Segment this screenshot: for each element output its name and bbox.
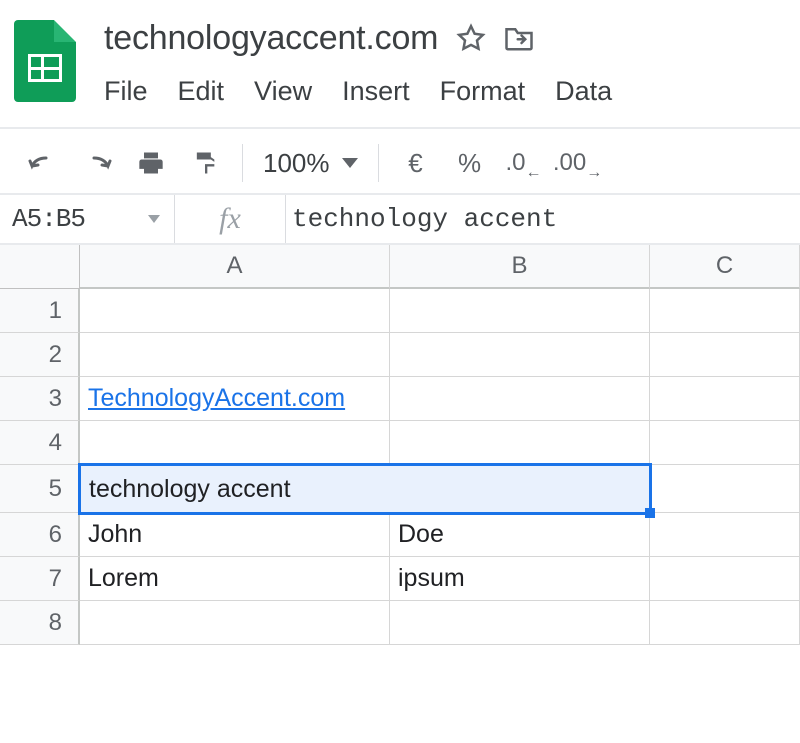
cell-b4[interactable] bbox=[390, 421, 650, 465]
cell-c6[interactable] bbox=[650, 513, 800, 557]
cell-a6[interactable]: John bbox=[80, 513, 390, 557]
menu-insert[interactable]: Insert bbox=[342, 76, 410, 107]
currency-button[interactable]: € bbox=[389, 143, 443, 183]
row-header[interactable]: 3 bbox=[0, 377, 80, 421]
formula-input[interactable]: technology accent bbox=[286, 195, 800, 243]
zoom-select[interactable]: 100% bbox=[253, 148, 368, 179]
document-title[interactable]: technologyaccent.com bbox=[104, 19, 438, 58]
row-header[interactable]: 1 bbox=[0, 289, 80, 333]
cell-b1[interactable] bbox=[390, 289, 650, 333]
cell-b3[interactable] bbox=[390, 377, 650, 421]
cell-link[interactable]: TechnologyAccent.com bbox=[88, 384, 345, 413]
row-header[interactable]: 6 bbox=[0, 513, 80, 557]
divider bbox=[378, 144, 379, 182]
column-header-b[interactable]: B bbox=[390, 245, 650, 289]
row-header[interactable]: 4 bbox=[0, 421, 80, 465]
column-header-a[interactable]: A bbox=[80, 245, 390, 289]
cell-c1[interactable] bbox=[650, 289, 800, 333]
cell-a4[interactable] bbox=[80, 421, 390, 465]
print-button[interactable] bbox=[124, 143, 178, 183]
fx-label: fx bbox=[175, 195, 285, 243]
redo-button[interactable] bbox=[70, 143, 124, 183]
row-header[interactable]: 8 bbox=[0, 601, 80, 645]
row-header[interactable]: 7 bbox=[0, 557, 80, 601]
row-header[interactable]: 5 bbox=[0, 465, 80, 513]
cell-b2[interactable] bbox=[390, 333, 650, 377]
menu-data[interactable]: Data bbox=[555, 76, 612, 107]
cell-a8[interactable] bbox=[80, 601, 390, 645]
cell-c5[interactable] bbox=[650, 465, 800, 513]
cell-a2[interactable] bbox=[80, 333, 390, 377]
move-folder-icon[interactable] bbox=[504, 25, 534, 51]
select-all-corner[interactable] bbox=[0, 245, 80, 289]
cell-b8[interactable] bbox=[390, 601, 650, 645]
cell-c7[interactable] bbox=[650, 557, 800, 601]
column-header-c[interactable]: C bbox=[650, 245, 800, 289]
cell-a1[interactable] bbox=[80, 289, 390, 333]
row-header[interactable]: 2 bbox=[0, 333, 80, 377]
menu-view[interactable]: View bbox=[254, 76, 312, 107]
cell-a7[interactable]: Lorem bbox=[80, 557, 390, 601]
menu-edit[interactable]: Edit bbox=[178, 76, 225, 107]
spreadsheet-grid: A B C 1 2 3 TechnologyAccent.com 4 5 tec… bbox=[0, 245, 800, 645]
selected-range[interactable]: technology accent bbox=[80, 465, 650, 513]
cell-c2[interactable] bbox=[650, 333, 800, 377]
name-box[interactable]: A5:B5 bbox=[0, 195, 174, 243]
percent-button[interactable]: % bbox=[443, 143, 497, 183]
divider bbox=[242, 144, 243, 182]
increase-decimal-button[interactable]: .00→ bbox=[551, 143, 605, 183]
chevron-down-icon bbox=[148, 215, 160, 223]
menu-bar: File Edit View Insert Format Data bbox=[104, 62, 786, 107]
name-box-value: A5:B5 bbox=[12, 204, 85, 234]
cell-b7[interactable]: ipsum bbox=[390, 557, 650, 601]
selection-handle[interactable] bbox=[645, 508, 655, 518]
cell-b6[interactable]: Doe bbox=[390, 513, 650, 557]
menu-file[interactable]: File bbox=[104, 76, 148, 107]
zoom-value: 100% bbox=[263, 148, 330, 179]
cell-c3[interactable] bbox=[650, 377, 800, 421]
star-icon[interactable] bbox=[456, 23, 486, 53]
undo-button[interactable] bbox=[16, 143, 70, 183]
cell-a3[interactable]: TechnologyAccent.com bbox=[80, 377, 390, 421]
decrease-decimal-button[interactable]: .0← bbox=[497, 143, 551, 183]
app-logo[interactable] bbox=[14, 14, 104, 102]
chevron-down-icon bbox=[342, 158, 358, 168]
cell-c4[interactable] bbox=[650, 421, 800, 465]
menu-format[interactable]: Format bbox=[440, 76, 526, 107]
cell-a5: technology accent bbox=[89, 475, 291, 504]
cell-c8[interactable] bbox=[650, 601, 800, 645]
sheets-icon bbox=[28, 54, 62, 82]
paint-format-button[interactable] bbox=[178, 143, 232, 183]
formula-bar: A5:B5 fx technology accent bbox=[0, 193, 800, 245]
toolbar: 100% € % .0← .00→ bbox=[0, 127, 800, 193]
